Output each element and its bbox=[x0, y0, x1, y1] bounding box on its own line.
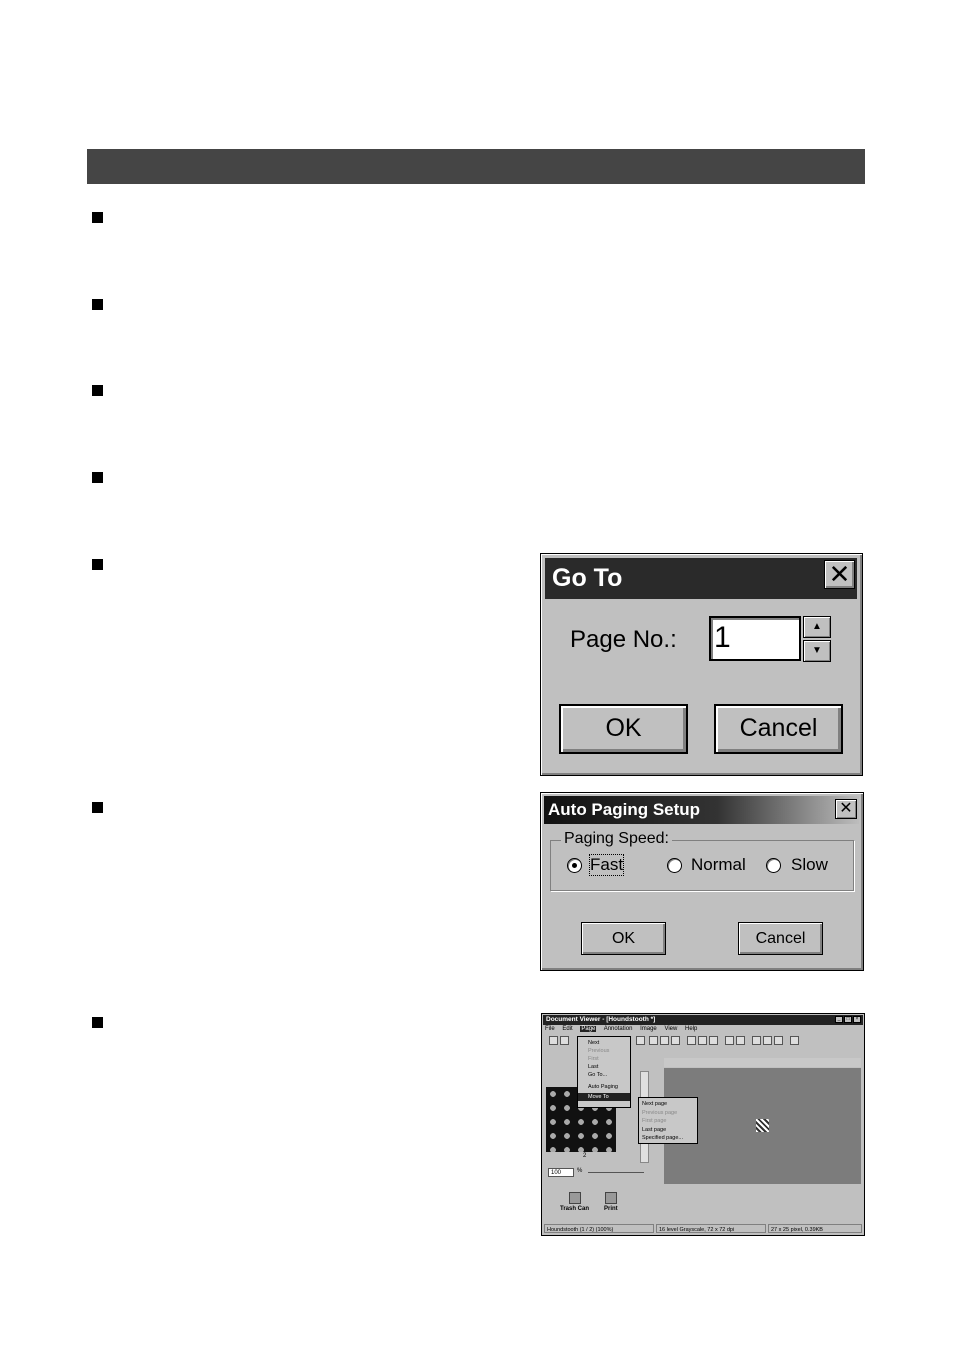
maximize-icon[interactable]: □ bbox=[844, 1016, 852, 1023]
menu-item-auto-paging[interactable]: Auto Paging bbox=[588, 1083, 630, 1091]
paging-speed-label: Paging Speed: bbox=[561, 830, 672, 848]
print-button[interactable]: Print bbox=[604, 1192, 618, 1212]
trash-icon bbox=[568, 1192, 581, 1204]
bullet-5 bbox=[92, 559, 103, 570]
zoom-out-icon[interactable] bbox=[736, 1036, 745, 1045]
submenu-specified-page[interactable]: Specified page... bbox=[642, 1134, 697, 1143]
menu-item-previous[interactable]: Previous bbox=[588, 1047, 630, 1055]
close-icon[interactable]: ✕ bbox=[835, 799, 857, 819]
radio-normal[interactable] bbox=[667, 858, 682, 873]
houndstooth-image bbox=[756, 1119, 769, 1132]
bullet-7 bbox=[92, 1017, 103, 1028]
radio-slow[interactable] bbox=[766, 858, 781, 873]
auto-paging-ok-button[interactable]: OK bbox=[581, 922, 666, 955]
menu-help[interactable]: Help bbox=[685, 1026, 697, 1032]
goto-cancel-button[interactable]: Cancel bbox=[714, 704, 843, 754]
zoom-input[interactable]: 100 bbox=[548, 1168, 574, 1177]
bullet-1 bbox=[92, 212, 103, 223]
copy-icon[interactable] bbox=[671, 1036, 680, 1045]
status-size: 27 x 25 pixel, 0.39KB bbox=[768, 1224, 862, 1233]
print-label: Print bbox=[604, 1206, 618, 1212]
submenu-first-page[interactable]: First page bbox=[642, 1117, 697, 1126]
paste-icon[interactable] bbox=[636, 1036, 645, 1045]
page-number-label: Page No.: bbox=[570, 626, 677, 653]
trash-can-button[interactable]: Trash Can bbox=[560, 1192, 589, 1212]
save-icon[interactable] bbox=[560, 1036, 569, 1045]
move-to-submenu: Next page Previous page First page Last … bbox=[638, 1097, 698, 1144]
close-icon[interactable]: × bbox=[853, 1016, 861, 1023]
menu-item-goto[interactable]: Go To... bbox=[588, 1071, 630, 1079]
viewer-title: Document Viewer - [Houndstooth *] bbox=[543, 1015, 863, 1025]
layout-1-icon[interactable] bbox=[752, 1036, 761, 1045]
minimize-icon[interactable]: _ bbox=[835, 1016, 843, 1023]
radio-fast-label[interactable]: Fast bbox=[588, 854, 625, 876]
printer-icon bbox=[604, 1192, 617, 1204]
page-menu: Next Previous First Last Go To... Auto P… bbox=[577, 1036, 631, 1108]
menu-page[interactable]: Page bbox=[580, 1026, 597, 1032]
page-prev-icon[interactable] bbox=[698, 1036, 707, 1045]
zoom-slider[interactable] bbox=[588, 1172, 644, 1173]
goto-dialog: Go To ✕ Page No.: 1 ▲ ▼ OK Cancel bbox=[540, 553, 863, 776]
layout-2-icon[interactable] bbox=[763, 1036, 772, 1045]
auto-paging-title: Auto Paging Setup bbox=[544, 796, 859, 824]
open-icon[interactable] bbox=[549, 1036, 558, 1045]
bullet-4 bbox=[92, 472, 103, 483]
bullet-2 bbox=[92, 299, 103, 310]
status-format: 16 level Grayscale, 72 x 72 dpi bbox=[656, 1224, 766, 1233]
status-document: Houndstooth (1 / 2) (100%) bbox=[544, 1224, 654, 1233]
menu-item-first[interactable]: First bbox=[588, 1055, 630, 1063]
scan-icon[interactable] bbox=[649, 1036, 658, 1045]
zoom-unit: % bbox=[577, 1168, 583, 1174]
thumbnail-number: 2 bbox=[583, 1153, 587, 1159]
bullet-3 bbox=[92, 385, 103, 396]
submenu-last-page[interactable]: Last page bbox=[642, 1126, 697, 1135]
radio-normal-label[interactable]: Normal bbox=[691, 855, 746, 875]
menu-edit[interactable]: Edit bbox=[562, 1026, 572, 1032]
radio-slow-label[interactable]: Slow bbox=[791, 855, 828, 875]
menubar: File Edit Page Annotation Image View Hel… bbox=[545, 1026, 703, 1032]
document-viewer-window: Document Viewer - [Houndstooth *] _ □ × … bbox=[541, 1013, 865, 1236]
section-header-bar bbox=[87, 149, 865, 184]
page-first-icon[interactable] bbox=[687, 1036, 696, 1045]
status-bar: Houndstooth (1 / 2) (100%) 16 level Gray… bbox=[544, 1224, 862, 1234]
delete-icon[interactable] bbox=[660, 1036, 669, 1045]
spin-up-icon[interactable]: ▲ bbox=[803, 616, 831, 638]
auto-paging-dialog: Auto Paging Setup ✕ Paging Speed: Fast N… bbox=[540, 792, 864, 971]
submenu-next-page[interactable]: Next page bbox=[642, 1100, 697, 1109]
menu-item-move-to[interactable]: Move To bbox=[578, 1093, 630, 1101]
page-number-input[interactable]: 1 bbox=[709, 616, 801, 661]
trash-label: Trash Can bbox=[560, 1206, 590, 1212]
spin-down-icon[interactable]: ▼ bbox=[803, 640, 831, 662]
close-icon[interactable]: ✕ bbox=[824, 560, 855, 589]
menu-image[interactable]: Image bbox=[640, 1026, 657, 1032]
menu-view[interactable]: View bbox=[664, 1026, 677, 1032]
ruler bbox=[664, 1058, 861, 1067]
radio-fast[interactable] bbox=[567, 858, 582, 873]
hand-icon[interactable] bbox=[790, 1036, 799, 1045]
auto-paging-cancel-button[interactable]: Cancel bbox=[738, 922, 823, 955]
goto-ok-button[interactable]: OK bbox=[559, 704, 688, 754]
menu-item-next[interactable]: Next bbox=[588, 1039, 630, 1047]
page-next-icon[interactable] bbox=[709, 1036, 718, 1045]
bullet-6 bbox=[92, 802, 103, 813]
zoom-in-icon[interactable] bbox=[725, 1036, 734, 1045]
layout-3-icon[interactable] bbox=[774, 1036, 783, 1045]
submenu-previous-page[interactable]: Previous page bbox=[642, 1109, 697, 1118]
goto-title: Go To bbox=[545, 558, 857, 599]
menu-file[interactable]: File bbox=[545, 1026, 555, 1032]
menu-annotation[interactable]: Annotation bbox=[604, 1026, 633, 1032]
menu-item-last[interactable]: Last bbox=[588, 1063, 630, 1071]
